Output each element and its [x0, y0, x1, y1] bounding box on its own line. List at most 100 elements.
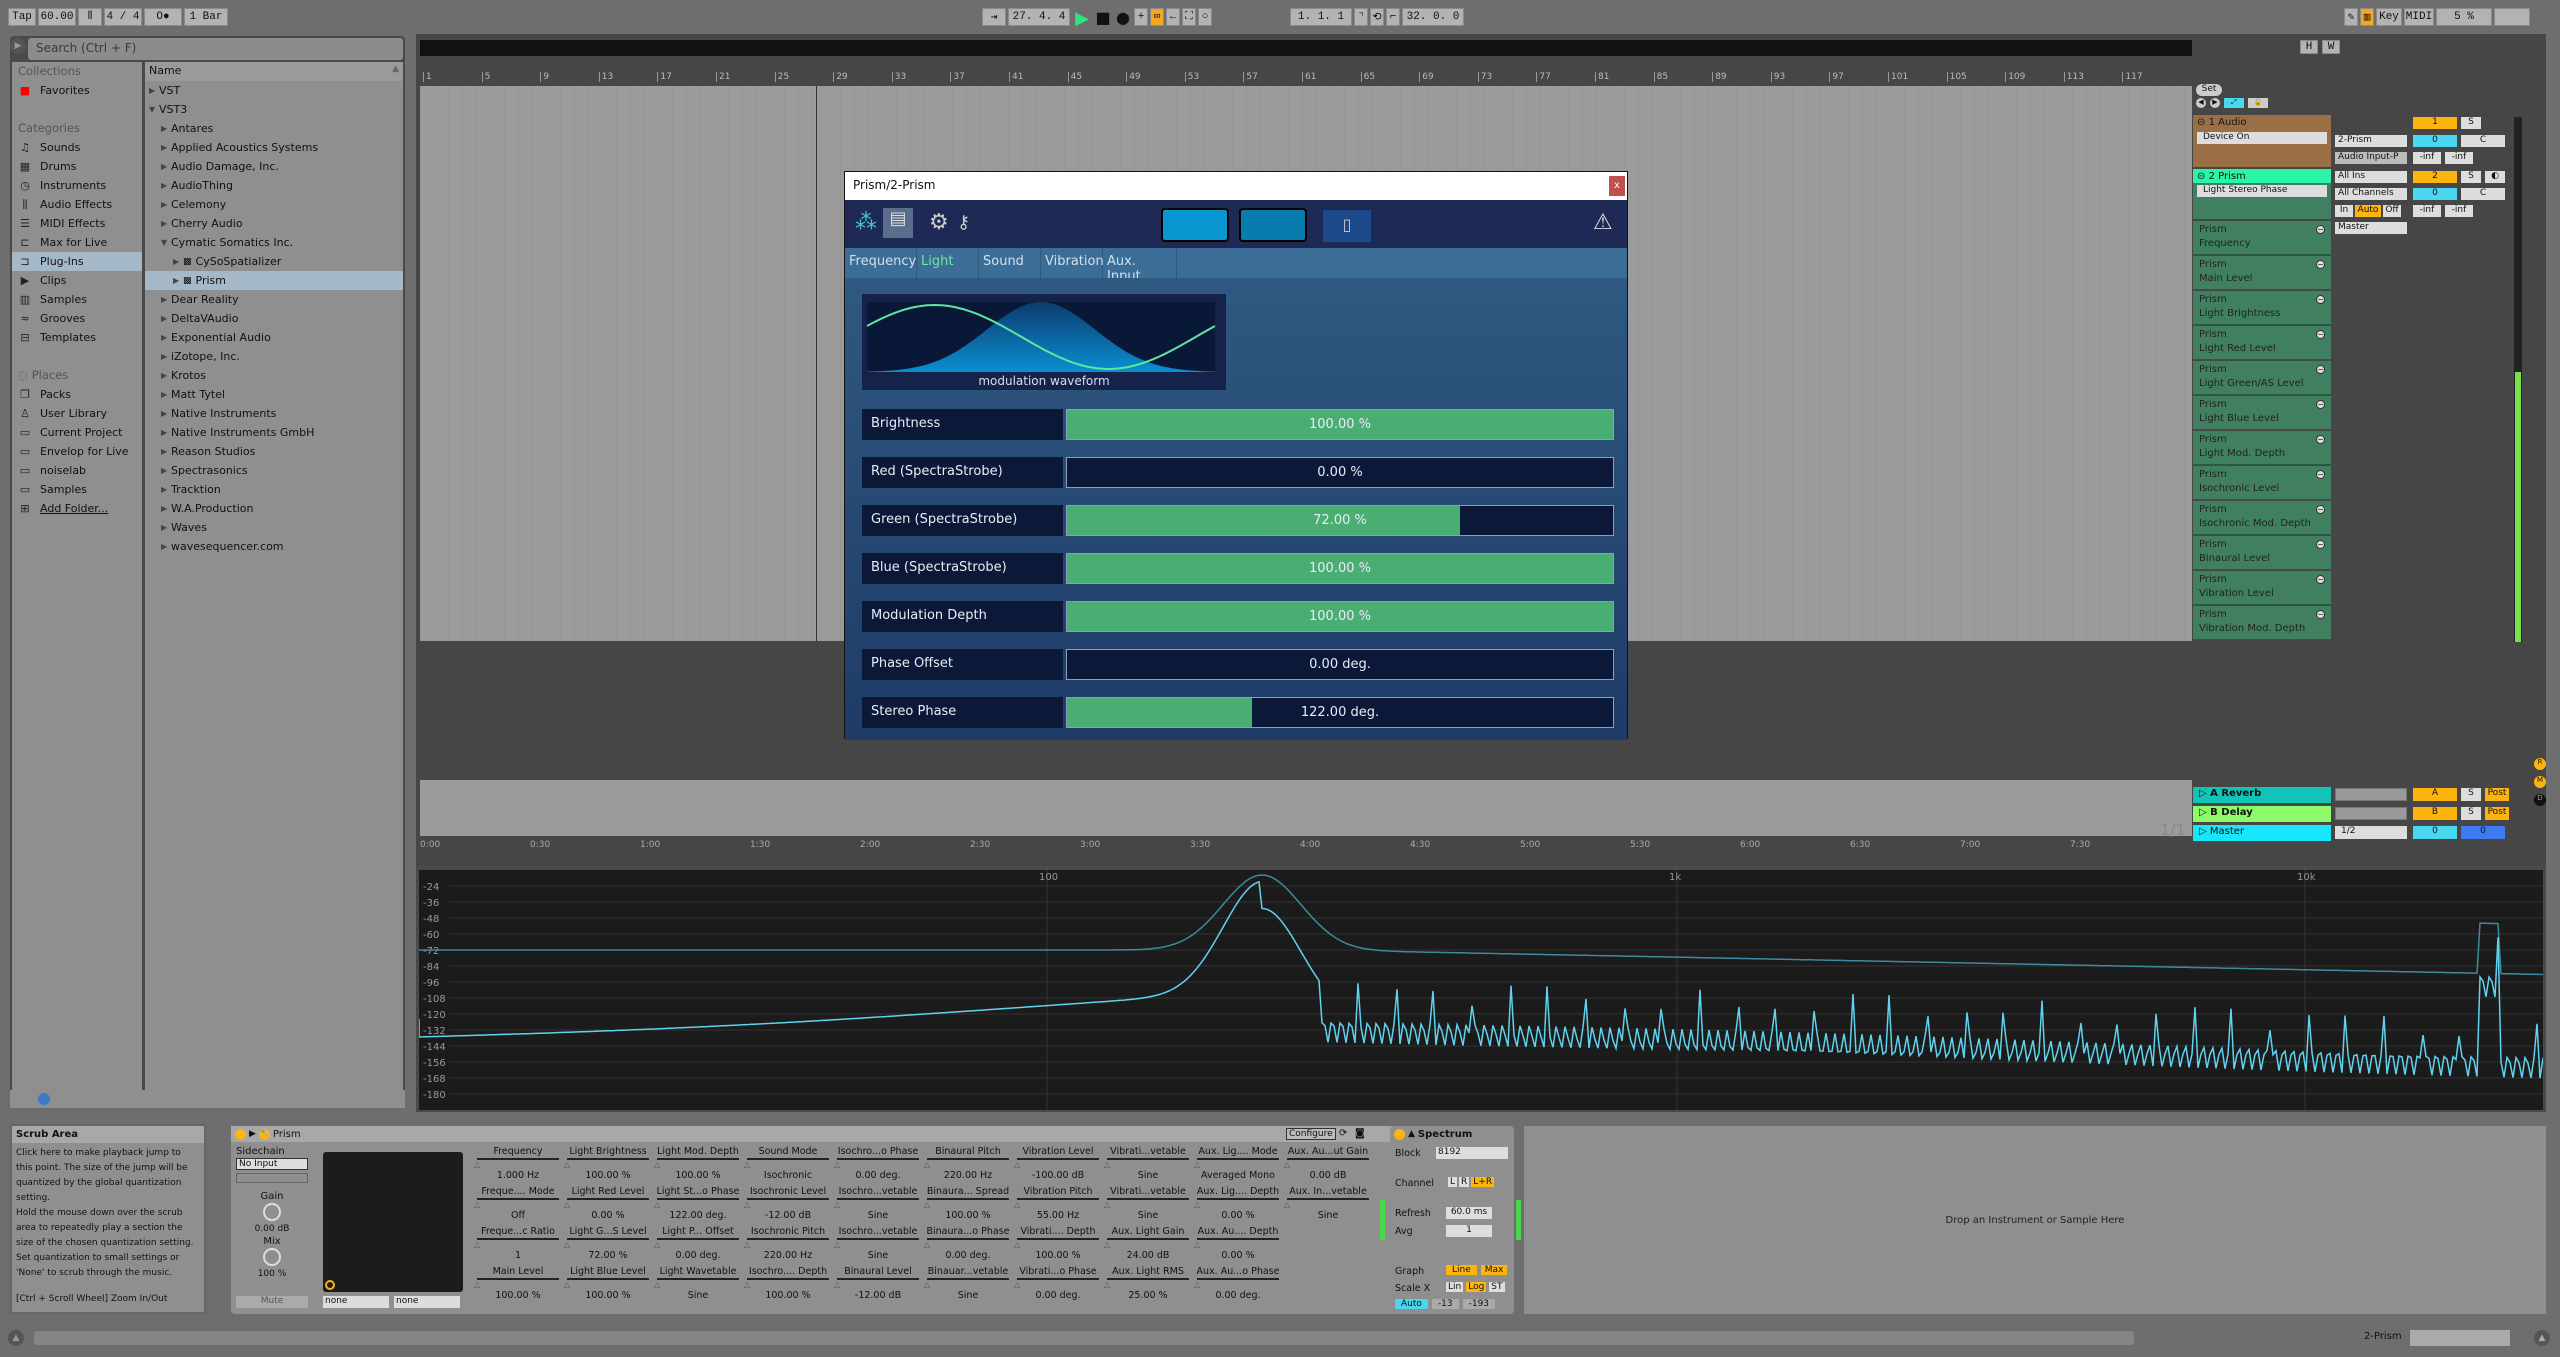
overdub-icon[interactable]: + — [1134, 8, 1148, 26]
punch-out-icon[interactable]: ⌐ — [1386, 8, 1400, 26]
slider-handle-icon[interactable]: △ — [1194, 1240, 1282, 1250]
device-parameter[interactable]: Aux. Au...ut Gain △ 0.00 dB — [1284, 1146, 1372, 1182]
parameter-slider[interactable]: 72.00 % — [1066, 505, 1614, 536]
collapsed-icon[interactable]: ▶ — [161, 200, 171, 209]
slider-handle-icon[interactable]: △ — [1194, 1200, 1282, 1210]
slider-handle-icon[interactable]: △ — [1284, 1200, 1372, 1210]
audio-from-dropdown[interactable]: 2-Prism — [2335, 135, 2407, 147]
beat-ruler[interactable]: 1 5 9 13 17 21 25 29 33 37 41 45 49 53 57 61 65 69 73 77 81 8… — [420, 70, 2192, 86]
browser-tree-item[interactable]: ▶ wavesequencer.com — [145, 537, 403, 556]
loop-switch-icon[interactable]: ⟲ — [1370, 8, 1384, 26]
collapsed-icon[interactable]: ▶ — [173, 276, 183, 285]
fit-height-button[interactable]: H — [2300, 40, 2318, 54]
plugin-tab-sound[interactable]: Sound — [979, 248, 1041, 278]
slider-handle-icon[interactable]: △ — [744, 1200, 832, 1210]
automation-chooser[interactable]: Light Stereo Phase — [2197, 185, 2327, 197]
block-dropdown[interactable]: 8192 — [1436, 1147, 1508, 1159]
solo-button[interactable]: S — [2461, 807, 2481, 820]
device-parameter[interactable]: Aux. Au...o Phase △ 0.00 deg. — [1194, 1266, 1282, 1302]
device-parameter[interactable]: Light Red Level △ 0.00 % — [564, 1186, 652, 1222]
device-parameter[interactable]: Vibration Level △ -100.00 dB — [1014, 1146, 1102, 1182]
return-activator[interactable]: A — [2413, 788, 2457, 801]
slider-handle-icon[interactable]: △ — [1104, 1240, 1192, 1250]
browser-tree-item[interactable]: ▶ VST — [145, 81, 403, 100]
expanded-icon[interactable]: ▼ — [161, 238, 171, 247]
cue-volume-field[interactable]: 0 — [2461, 826, 2505, 839]
slider-handle-icon[interactable]: △ — [474, 1160, 562, 1170]
expand-icon[interactable]: ⤢ — [2224, 98, 2244, 108]
slider-handle-icon[interactable]: △ — [834, 1240, 922, 1250]
collapsed-icon[interactable]: ▶ — [161, 504, 171, 513]
channel-left-button[interactable]: L — [1448, 1177, 1458, 1187]
remove-lane-icon[interactable]: − — [2316, 295, 2325, 304]
auto-range-button[interactable]: Auto — [1395, 1299, 1428, 1309]
delay-toggle-button[interactable]: D — [2534, 794, 2546, 806]
remove-lane-icon[interactable]: − — [2316, 610, 2325, 619]
place-item[interactable]: ❐ Packs — [12, 385, 142, 404]
device-parameter[interactable]: Isochro...vetable △ Sine — [834, 1186, 922, 1222]
collapsed-icon[interactable]: ▶ — [161, 352, 171, 361]
automation-lane-header[interactable]: Prism Vibration Level − — [2193, 571, 2331, 605]
browser-tree-item[interactable]: ▶ Waves — [145, 518, 403, 537]
browser-tree-item[interactable]: ▶ Matt Tytel — [145, 385, 403, 404]
gear-icon[interactable]: ⚙ — [929, 210, 949, 235]
draw-mode-icon[interactable]: ✎ — [2344, 8, 2358, 26]
midi-from-dropdown[interactable]: All Ins — [2335, 171, 2407, 183]
remove-lane-icon[interactable]: − — [2316, 330, 2325, 339]
category-item[interactable]: ≈ Grooves — [12, 309, 142, 328]
slider-handle-icon[interactable]: △ — [564, 1280, 652, 1290]
slider-handle-icon[interactable]: △ — [1014, 1240, 1102, 1250]
device-parameter[interactable]: Isochro...vetable △ Sine — [834, 1226, 922, 1262]
slider-handle-icon[interactable]: △ — [474, 1200, 562, 1210]
collapsed-icon[interactable]: ▶ — [161, 371, 171, 380]
automation-lane-header[interactable]: Prism Binaural Level − — [2193, 536, 2331, 570]
browser-tree-item[interactable]: ▶ Spectrasonics — [145, 461, 403, 480]
quantize-dropdown[interactable]: 1 Bar — [184, 8, 228, 26]
channel-both-button[interactable]: L+R — [1471, 1177, 1495, 1187]
category-item[interactable]: ♫ Sounds — [12, 138, 142, 157]
track-header-audio[interactable]: ⊝ 1 Audio Device On — [2193, 115, 2331, 167]
browser-tree-item[interactable]: ▶ AudioThing — [145, 176, 403, 195]
return-track-header[interactable]: ▷ A Reverb — [2193, 787, 2331, 803]
device-drop-area[interactable]: Drop an Instrument or Sample Here — [1524, 1126, 2546, 1314]
expanded-icon[interactable]: ▼ — [149, 105, 159, 114]
device-activator-icon[interactable] — [1394, 1128, 1405, 1140]
preset-a-button[interactable] — [1161, 208, 1229, 242]
device-chain-overview[interactable] — [2410, 1330, 2510, 1346]
place-item[interactable]: ⊞ Add Folder... — [12, 499, 142, 518]
device-parameter[interactable]: Vibrati.... Depth △ 100.00 % — [1014, 1226, 1102, 1262]
device-parameter[interactable]: Binaura...o Phase △ 0.00 deg. — [924, 1226, 1012, 1262]
volume-field[interactable]: 0 — [2413, 135, 2457, 147]
device-parameter[interactable]: Light Blue Level △ 100.00 % — [564, 1266, 652, 1302]
overview-strip[interactable] — [420, 40, 2192, 56]
xy-y-dropdown[interactable]: none — [394, 1296, 460, 1308]
category-item[interactable]: ☰ MIDI Effects — [12, 214, 142, 233]
volume-field[interactable]: 0 — [2413, 188, 2457, 200]
track-header-prism[interactable]: ⊝ 2 Prism Light Stereo Phase — [2193, 169, 2331, 219]
wrench-icon[interactable]: 🔧 — [258, 1128, 270, 1140]
play-icon[interactable]: ▷ — [2199, 807, 2210, 818]
preset-b-button[interactable] — [1239, 208, 1307, 242]
scale-log-button[interactable]: Log — [1466, 1282, 1487, 1292]
return-input-field[interactable] — [2335, 788, 2407, 801]
browser-tree-item[interactable]: ▶ Native Instruments GmbH — [145, 423, 403, 442]
input-channel-dropdown[interactable]: Audio Input-P — [2335, 152, 2407, 164]
info-toggle-icon[interactable]: ▲ — [8, 1330, 24, 1346]
device-parameter[interactable]: Isochronic Level △ -12.00 dB — [744, 1186, 832, 1222]
slider-handle-icon[interactable]: △ — [564, 1160, 652, 1170]
arrow-right-icon[interactable]: ▶ — [2210, 98, 2220, 108]
collapsed-icon[interactable]: ▶ — [173, 257, 183, 266]
return-input-field[interactable] — [2335, 807, 2407, 820]
collapsed-icon[interactable]: ▶ — [161, 181, 171, 190]
slider-handle-icon[interactable]: △ — [654, 1280, 742, 1290]
detail-toggle-icon[interactable]: ▲ — [2534, 1330, 2550, 1346]
slider-handle-icon[interactable]: △ — [1014, 1280, 1102, 1290]
collapsed-icon[interactable]: ▶ — [161, 542, 171, 551]
device-parameter[interactable]: Light Brightness △ 100.00 % — [564, 1146, 652, 1182]
play-icon[interactable]: ▶ — [1072, 8, 1092, 29]
parameter-slider[interactable]: 100.00 % — [1066, 553, 1614, 584]
play-icon[interactable]: ▶ — [249, 1129, 256, 1139]
browser-tree-item[interactable]: ▶ Native Instruments — [145, 404, 403, 423]
pan-field[interactable]: C — [2461, 188, 2505, 200]
track-activator[interactable]: 2 — [2413, 171, 2457, 183]
